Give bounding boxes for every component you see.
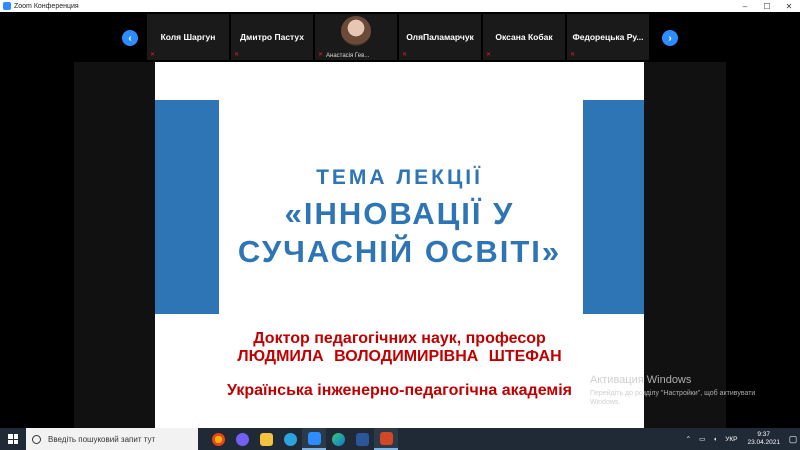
windows-taskbar: Введіть пошуковий запит тут ⌃ ▭ ◖ УКР 9:… <box>0 428 800 450</box>
viber-icon <box>235 432 249 446</box>
search-placeholder: Введіть пошуковий запит тут <box>48 434 156 444</box>
windows-logo-icon <box>8 434 18 444</box>
taskbar-app-firefox[interactable] <box>206 428 230 450</box>
edge-icon <box>331 432 345 446</box>
watermark-title: Активация Windows <box>590 374 692 386</box>
word-icon <box>355 432 369 446</box>
watermark-subtitle: Перейдіть до розділу "Настройки", щоб ак… <box>590 390 756 406</box>
participant-tile[interactable]: Оксана Кобак <box>483 14 565 60</box>
muted-mic-icon <box>402 52 408 58</box>
presentation-slide: ТЕМА ЛЕКЦІЇ «ІННОВАЦІЇ У СУЧАСНІЙ ОСВІТІ… <box>155 62 644 428</box>
maximize-button[interactable]: ☐ <box>756 0 778 12</box>
muted-mic-icon <box>318 52 324 58</box>
zoom-app-icon <box>3 2 11 10</box>
participant-tile[interactable]: Коля Шаргун <box>147 14 229 60</box>
taskbar-app-telegram[interactable] <box>278 428 302 450</box>
muted-mic-icon <box>570 52 576 58</box>
window-title: Zoom Конференция <box>14 2 79 10</box>
minimize-button[interactable]: – <box>734 0 756 12</box>
taskbar-clock[interactable]: 9:37 23.04.2021 <box>747 431 780 447</box>
participant-name: ОляПаламарчук <box>406 32 474 42</box>
muted-mic-icon <box>486 52 492 58</box>
clock-time: 9:37 <box>757 431 771 438</box>
telegram-icon <box>283 432 297 446</box>
folder-icon <box>259 432 273 446</box>
zoom-icon <box>307 431 321 445</box>
next-participants-button[interactable]: › <box>662 30 678 46</box>
participant-tile[interactable]: ОляПаламарчук <box>399 14 481 60</box>
taskbar-app-powerpoint[interactable] <box>374 428 398 450</box>
participant-name: Федорецька Ру... <box>572 32 644 42</box>
taskbar-app-zoom[interactable] <box>302 428 326 450</box>
volume-icon[interactable]: ◖ <box>713 436 717 443</box>
window-titlebar: Zoom Конференция – ☐ ✕ <box>0 0 800 12</box>
close-button[interactable]: ✕ <box>778 0 800 12</box>
participant-tile[interactable]: Федорецька Ру... <box>567 14 649 60</box>
keyboard-language[interactable]: УКР <box>725 436 737 443</box>
author-organization: Українська інженерно-педагогічна академі… <box>226 382 573 399</box>
participant-video <box>341 16 371 46</box>
taskbar-app-viber[interactable] <box>230 428 254 450</box>
author-credentials: Доктор педагогічних наук, професор <box>253 330 546 347</box>
muted-mic-icon <box>150 52 156 58</box>
taskbar-app-explorer[interactable] <box>254 428 278 450</box>
participant-name: Коля Шаргун <box>160 32 216 42</box>
taskbar-app-edge[interactable] <box>326 428 350 450</box>
previous-participants-button[interactable]: ‹ <box>122 30 138 46</box>
muted-mic-icon <box>234 52 240 58</box>
lecture-topic-label: ТЕМА ЛЕКЦІЇ <box>316 166 483 189</box>
participant-tile[interactable]: Дмитро Пастух <box>231 14 313 60</box>
tray-chevron-up-icon[interactable]: ⌃ <box>686 435 691 443</box>
windows-activation-watermark: Активация Windows Перейдіть до розділу "… <box>590 374 780 407</box>
taskbar-search-input[interactable]: Введіть пошуковий запит тут <box>26 428 198 450</box>
start-button[interactable] <box>0 428 26 450</box>
network-icon[interactable]: ▭ <box>699 435 705 443</box>
participant-strip: ‹ Коля Шаргун Дмитро Пастух Анастасія Ге… <box>0 12 800 62</box>
author-name: ЛЮДМИЛА ВОЛОДИМИРІВНА ШТЕФАН <box>237 348 562 365</box>
lecture-title-line1: «ІННОВАЦІЇ У <box>284 196 515 231</box>
participant-name: Оксана Кобак <box>495 32 553 42</box>
search-icon <box>32 434 41 444</box>
participant-name: Анастасія Гев... <box>326 53 370 59</box>
notifications-icon[interactable]: ▢ <box>786 428 800 450</box>
firefox-icon <box>211 432 225 446</box>
lecture-title-line2: СУЧАСНІЙ ОСВІТІ» <box>237 234 562 269</box>
participant-tile[interactable]: Анастасія Гев... <box>315 14 397 60</box>
system-tray: ⌃ ▭ ◖ УКР 9:37 23.04.2021 ▢ <box>682 428 800 450</box>
taskbar-app-word[interactable] <box>350 428 374 450</box>
pinned-apps <box>206 428 398 450</box>
participant-name: Дмитро Пастух <box>240 32 304 42</box>
clock-date: 23.04.2021 <box>747 439 780 446</box>
powerpoint-icon <box>379 431 393 445</box>
